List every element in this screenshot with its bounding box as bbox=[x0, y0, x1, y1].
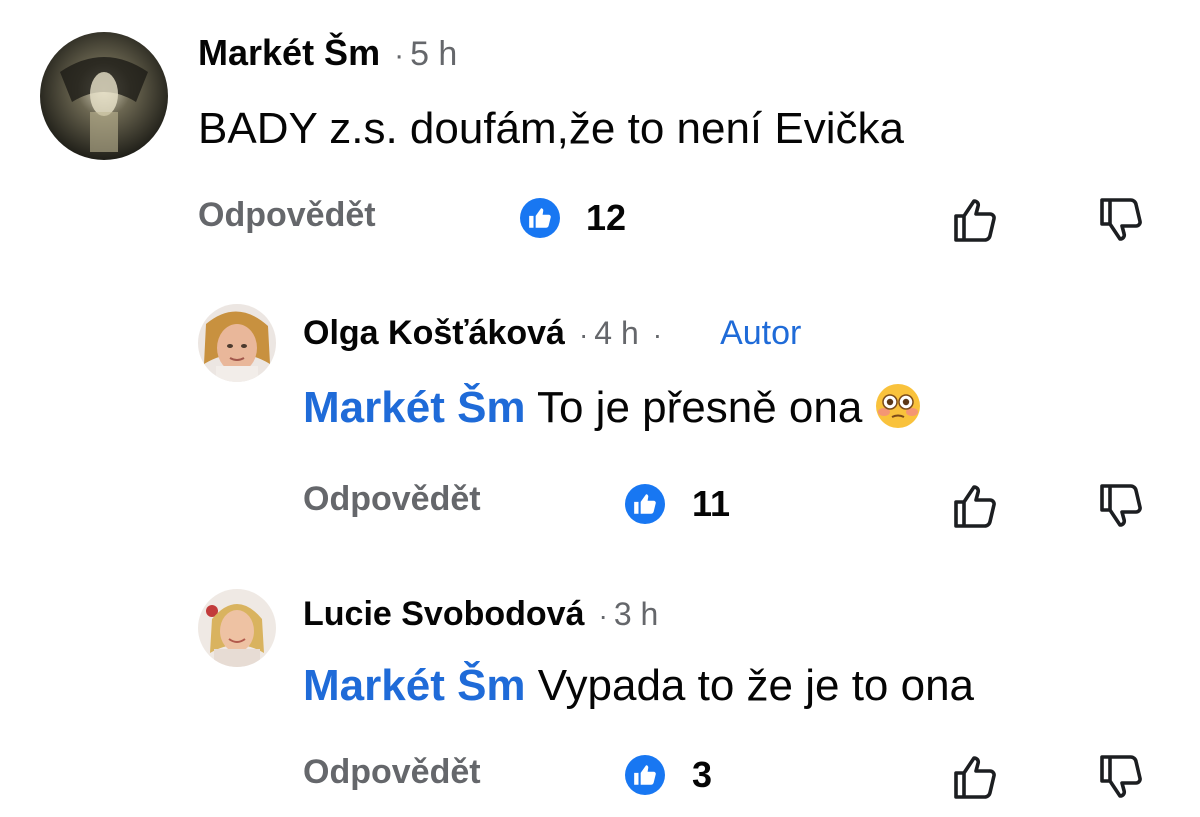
avatar-image bbox=[198, 589, 276, 667]
flushed-face-emoji bbox=[874, 382, 922, 430]
comment-body: BADY z.s. doufám,že to není Evička bbox=[198, 104, 904, 153]
comment-meta: Lucie Svobodová · 3 h bbox=[303, 595, 658, 634]
separator: · bbox=[394, 39, 405, 72]
thumbs-up-icon[interactable] bbox=[950, 751, 1002, 803]
like-count[interactable]: 3 bbox=[692, 754, 712, 796]
like-count[interactable]: 12 bbox=[586, 197, 626, 239]
comments-thread: Markét Šm · 5 h BADY z.s. doufám,že to n… bbox=[0, 0, 1200, 817]
reply-button[interactable]: Odpovědět bbox=[303, 753, 481, 792]
mention-link[interactable]: Markét Šm bbox=[303, 383, 526, 432]
comment-body: Vypada to že je to ona bbox=[537, 661, 975, 710]
comment-meta: Markét Šm · 5 h bbox=[198, 32, 457, 74]
reply-comment: Olga Košťáková · 4 h · Autor Markét Šm T… bbox=[0, 290, 1200, 560]
like-reaction-icon[interactable] bbox=[520, 198, 560, 238]
timestamp[interactable]: 4 h bbox=[594, 315, 638, 352]
reply-button[interactable]: Odpovědět bbox=[198, 196, 376, 235]
like-reaction-icon[interactable] bbox=[625, 484, 665, 524]
author-badge: Autor bbox=[720, 314, 802, 352]
comment: Markét Šm · 5 h BADY z.s. doufám,že to n… bbox=[0, 0, 1200, 270]
author-name[interactable]: Olga Košťáková bbox=[303, 314, 565, 353]
avatar[interactable] bbox=[198, 304, 276, 382]
reply-comment: Lucie Svobodová · 3 h Markét Šm Vypada t… bbox=[0, 575, 1200, 817]
comment-text: Markét Šm Vypada to že je to ona bbox=[303, 661, 974, 711]
author-name[interactable]: Lucie Svobodová bbox=[303, 595, 585, 634]
reply-button[interactable]: Odpovědět bbox=[303, 480, 481, 519]
avatar[interactable] bbox=[40, 32, 168, 160]
timestamp[interactable]: 5 h bbox=[410, 35, 457, 74]
timestamp[interactable]: 3 h bbox=[614, 596, 658, 633]
comment-text: Markét Šm To je přesně ona bbox=[303, 382, 922, 433]
comment-body: To je přesně ona bbox=[536, 383, 863, 432]
author-name[interactable]: Markét Šm bbox=[198, 32, 380, 74]
like-count[interactable]: 11 bbox=[692, 483, 730, 525]
like-reaction-icon[interactable] bbox=[625, 755, 665, 795]
avatar-image bbox=[40, 32, 168, 160]
comment-text: BADY z.s. doufám,že to není Evička bbox=[198, 104, 904, 154]
thumbs-down-icon[interactable] bbox=[1096, 751, 1148, 803]
thumbs-down-icon[interactable] bbox=[1096, 194, 1148, 246]
mention-link[interactable]: Markét Šm bbox=[303, 661, 526, 710]
separator: · bbox=[578, 319, 589, 350]
avatar-image bbox=[198, 304, 276, 382]
separator: · bbox=[598, 600, 608, 631]
avatar[interactable] bbox=[198, 589, 276, 667]
thumbs-down-icon[interactable] bbox=[1096, 480, 1148, 532]
thumbs-up-icon[interactable] bbox=[950, 194, 1002, 246]
thumbs-up-icon[interactable] bbox=[950, 480, 1002, 532]
comment-meta: Olga Košťáková · 4 h · Autor bbox=[303, 314, 801, 353]
separator: · bbox=[652, 319, 663, 350]
